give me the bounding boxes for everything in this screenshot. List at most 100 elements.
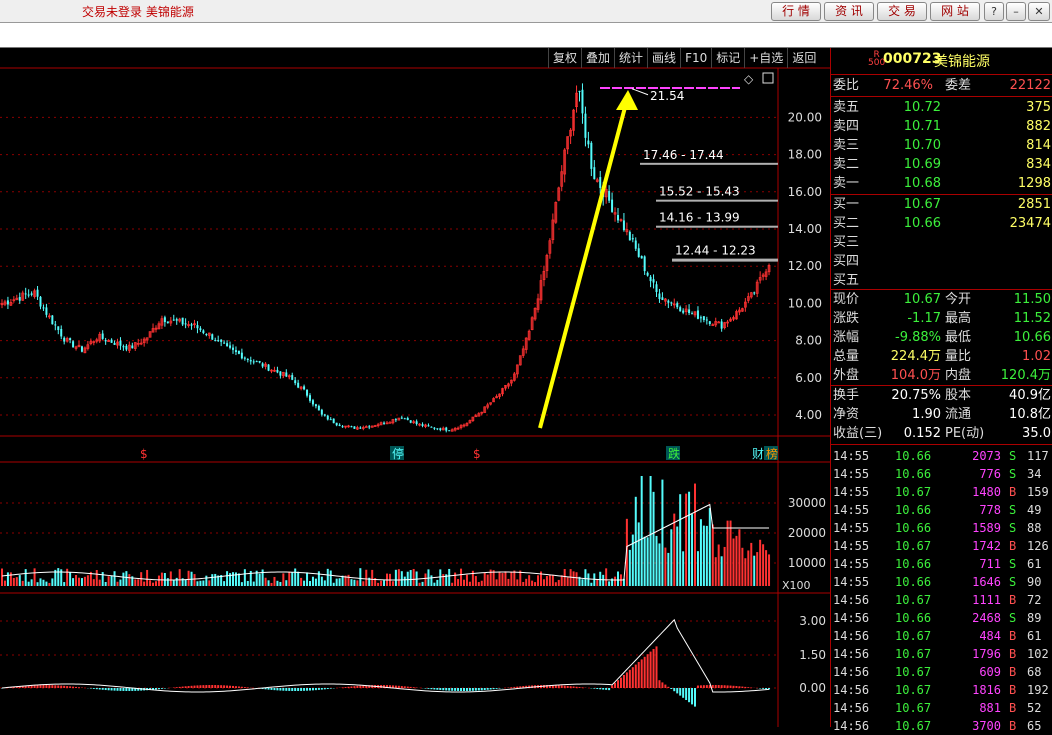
macd-bar (561, 685, 563, 688)
macd-bar (623, 675, 625, 688)
volume-bar (202, 581, 204, 586)
help-icon[interactable]: ? (984, 2, 1004, 21)
candle-body (353, 426, 355, 428)
macd-bar (359, 686, 361, 688)
candle-body (28, 295, 30, 296)
volume-bar (40, 578, 42, 586)
macd-bar (220, 685, 222, 688)
tick-row: 14:5610.662468S89 (831, 609, 1052, 627)
macd-bar (581, 687, 583, 688)
macd-bar (564, 686, 566, 688)
macd-bar (430, 688, 432, 689)
volume-bar (644, 537, 646, 586)
volume-bar (205, 576, 207, 586)
ask-price: 10.68 (904, 174, 941, 193)
macd-bar (268, 688, 270, 690)
quote-label: 内盘 (945, 366, 971, 385)
candle-body (407, 418, 409, 420)
volume-bar (321, 577, 323, 586)
candle-body (51, 316, 53, 325)
macd-bar (42, 685, 44, 688)
macd-bar (111, 688, 113, 690)
stats-button[interactable]: 统计 (614, 48, 647, 68)
resistance-zone (656, 226, 778, 228)
back-button[interactable]: 返回 (787, 48, 820, 68)
tick-time: 14:55 (833, 573, 869, 591)
macd-bar (318, 688, 320, 690)
tick-volume: 609 (979, 663, 1001, 681)
macd-bar (516, 687, 518, 688)
macd-bar (93, 688, 95, 689)
price-tick-label: 14.00 (788, 222, 822, 236)
macd-bar (460, 688, 462, 691)
macd-bar (620, 678, 622, 688)
bid-volume: 2851 (1018, 195, 1051, 214)
tick-count: 102 (1027, 645, 1049, 663)
trade-button[interactable]: 交 易 (877, 2, 927, 21)
bid-label: 买二 (833, 214, 859, 233)
quotes-button[interactable]: 行 情 (771, 2, 821, 21)
volume-bar (502, 573, 504, 586)
volume-bar (279, 582, 281, 586)
macd-bar (125, 688, 127, 691)
candle-body (608, 191, 610, 201)
tick-side: B (1009, 717, 1016, 735)
website-button[interactable]: 网 站 (930, 2, 980, 21)
candle-body (700, 317, 702, 318)
minimize-icon[interactable]: – (1006, 2, 1026, 21)
candle-body (60, 329, 62, 336)
candle-body (611, 200, 613, 212)
chart-canvas[interactable]: 20.0018.0016.0014.0012.0010.008.006.004.… (0, 48, 830, 727)
volume-bar (744, 558, 746, 586)
fund-row: 换手20.75%股本40.9亿 (831, 386, 1052, 405)
f10-button[interactable]: F10 (680, 48, 711, 68)
kline-chart[interactable]: 20.0018.0016.0014.0012.0010.008.006.004.… (0, 48, 830, 727)
draw-button[interactable]: 画线 (647, 48, 680, 68)
macd-bar (188, 686, 190, 688)
volume-bar (727, 521, 729, 586)
macd-bar (605, 688, 607, 690)
ask-row: 卖三10.70814 (831, 136, 1052, 155)
volume-bar (756, 552, 758, 586)
volume-bar (350, 579, 352, 586)
quote-row: 现价10.67今开11.50 (831, 290, 1052, 309)
volume-bar (84, 577, 86, 586)
macd-bar (579, 687, 581, 688)
macd-bar (765, 688, 767, 689)
macd-bar (303, 688, 305, 691)
macd-bar (327, 688, 329, 689)
candle-body (244, 358, 246, 359)
volume-bar (573, 571, 575, 586)
resistance-label: 15.52 - 15.43 (659, 185, 740, 199)
macd-bar (99, 688, 101, 690)
volume-bar (102, 572, 104, 586)
tick-row: 14:5510.661589S88 (831, 519, 1052, 537)
overlay-button[interactable]: 叠加 (581, 48, 614, 68)
price-tick-label: 16.00 (788, 185, 822, 199)
mark-button[interactable]: 标记 (711, 48, 744, 68)
add-watchlist-button[interactable]: +自选 (744, 48, 787, 68)
close-icon[interactable]: ✕ (1028, 2, 1050, 21)
candle-body (682, 311, 684, 313)
candle-body (173, 320, 175, 321)
macd-bar (617, 680, 619, 688)
macd-bar (614, 683, 616, 688)
volume-bar (602, 575, 604, 586)
candle-body (632, 238, 634, 239)
volume-bar (439, 569, 441, 586)
news-button[interactable]: 资 讯 (824, 2, 874, 21)
macd-bar (276, 688, 278, 690)
macd-bar (593, 688, 595, 689)
tick-row: 14:5610.671816B192 (831, 681, 1052, 699)
candle-body (327, 416, 329, 420)
adjust-button[interactable]: 复权 (548, 48, 581, 68)
volume-bar (81, 578, 83, 586)
fund-label: 换手 (833, 386, 859, 405)
volume-bar (590, 583, 592, 586)
volume-bar (10, 572, 12, 586)
volume-bar (525, 579, 527, 586)
volume-bar (119, 580, 121, 586)
volume-bar (430, 575, 432, 586)
macd-bar (45, 685, 47, 688)
tick-price: 10.67 (895, 681, 931, 699)
